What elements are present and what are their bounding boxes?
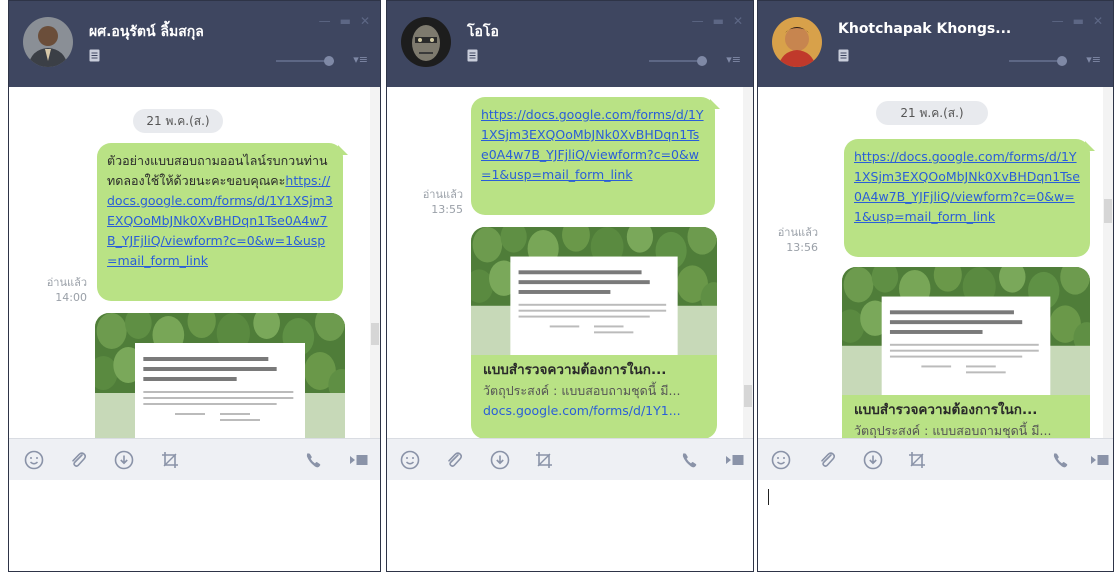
- chat-header: ผศ.อนุรัตน์ ลิ้มสกุล — ▬ ✕ ▾≡: [9, 1, 380, 87]
- preview-thumbnail: [471, 227, 717, 355]
- slider-knob[interactable]: [1057, 56, 1067, 66]
- message-bubble[interactable]: https://docs.google.com/forms/d/1Y1XSjm3…: [844, 139, 1095, 257]
- paperclip-icon[interactable]: [67, 449, 89, 471]
- note-icon[interactable]: [89, 49, 100, 62]
- contact-name: ผศ.อนุรัตน์ ลิ้มสกุล: [89, 24, 204, 40]
- preview-title: แบบสำรวจความต้องการในก...: [854, 402, 1038, 418]
- maximize-icon[interactable]: ▬: [713, 15, 724, 27]
- preview-description: วัตถุประสงค์ : แบบสอบถามชุดนี้ มี...: [854, 423, 1052, 438]
- video-icon[interactable]: [1088, 449, 1110, 471]
- read-time: 14:00: [55, 291, 87, 304]
- close-icon[interactable]: ✕: [360, 15, 370, 27]
- note-icon[interactable]: [467, 49, 478, 62]
- close-icon[interactable]: ✕: [1093, 15, 1103, 27]
- preview-thumbnail: [842, 267, 1090, 395]
- preview-description: วัตถุประสงค์ : แบบสอบถามชุดนี้ มี...: [483, 383, 681, 398]
- chat-area[interactable]: อ่านแล้ว 13:55 https://docs.google.com/f…: [387, 87, 753, 438]
- chat-header: Khotchapak Khongs... — ▬ ✕ ▾≡: [758, 1, 1113, 87]
- read-receipt: อ่านแล้ว 13:55: [403, 187, 463, 217]
- minimize-icon[interactable]: —: [692, 15, 704, 27]
- read-label: อ่านแล้ว: [422, 188, 463, 201]
- link-preview-card[interactable]: แบบสำรวจความต้องการในก... วัตถุประสงค์ :…: [471, 227, 717, 438]
- message-input[interactable]: [387, 480, 753, 571]
- slider-knob[interactable]: [324, 56, 334, 66]
- maximize-icon[interactable]: ▬: [340, 15, 351, 27]
- crop-icon[interactable]: [906, 449, 928, 471]
- message-link[interactable]: https://docs.google.com/forms/d/1Y1XSjm3…: [481, 107, 704, 182]
- read-label: อ่านแล้ว: [46, 276, 87, 289]
- minimize-icon[interactable]: —: [319, 15, 331, 27]
- message-input[interactable]: [758, 480, 1113, 571]
- crop-icon[interactable]: [533, 449, 555, 471]
- paperclip-icon[interactable]: [443, 449, 465, 471]
- chat-toolbar: [9, 438, 380, 480]
- phone-icon[interactable]: [679, 449, 701, 471]
- scrollbar[interactable]: [743, 87, 753, 438]
- emoji-icon[interactable]: [770, 449, 792, 471]
- read-receipt: อ่านแล้ว 14:00: [27, 275, 87, 305]
- avatar[interactable]: [401, 17, 451, 67]
- chat-window-2[interactable]: โอโอ — ▬ ✕ ▾≡ อ่านแล้ว 13:55 https://doc…: [386, 0, 754, 572]
- maximize-icon[interactable]: ▬: [1073, 15, 1084, 27]
- slider-knob[interactable]: [697, 56, 707, 66]
- phone-icon[interactable]: [1050, 449, 1072, 471]
- video-icon[interactable]: [347, 449, 369, 471]
- message-bubble[interactable]: ตัวอย่างแบบสอบถามออนไลน์รบกวนท่านทดลองใช…: [97, 143, 348, 301]
- emoji-icon[interactable]: [399, 449, 421, 471]
- chat-toolbar: [758, 438, 1113, 480]
- contact-name: โอโอ: [467, 24, 499, 40]
- chat-toolbar: [387, 438, 753, 480]
- paperclip-icon[interactable]: [816, 449, 838, 471]
- read-time: 13:56: [786, 241, 818, 254]
- link-preview-card[interactable]: แบบสำรวจความต้องการในก... วัตถุประสงค์ :…: [842, 267, 1090, 438]
- read-label: อ่านแล้ว: [777, 226, 818, 239]
- menu-icon[interactable]: ▾≡: [726, 53, 741, 66]
- date-separator: 21 พ.ค.(ส.): [133, 109, 223, 133]
- window-controls: — ▬ ✕: [319, 15, 370, 27]
- chat-header: โอโอ — ▬ ✕ ▾≡: [387, 1, 753, 87]
- menu-icon[interactable]: ▾≡: [1086, 53, 1101, 66]
- window-controls: — ▬ ✕: [692, 15, 743, 27]
- menu-icon[interactable]: ▾≡: [353, 53, 368, 66]
- window-controls: — ▬ ✕: [1052, 15, 1103, 27]
- download-icon[interactable]: [862, 449, 884, 471]
- read-receipt: อ่านแล้ว 13:56: [758, 225, 818, 255]
- chat-window-1[interactable]: ผศ.อนุรัตน์ ลิ้มสกุล — ▬ ✕ ▾≡ 21 พ.ค.(ส.…: [8, 0, 381, 572]
- crop-icon[interactable]: [159, 449, 181, 471]
- read-time: 13:55: [431, 203, 463, 216]
- chat-area[interactable]: 21 พ.ค.(ส.) อ่านแล้ว 13:56 https://docs.…: [758, 87, 1113, 438]
- avatar[interactable]: [23, 17, 73, 67]
- message-link[interactable]: https://docs.google.com/forms/d/1Y1XSjm3…: [854, 149, 1080, 224]
- preview-title: แบบสำรวจความต้องการในก...: [483, 362, 667, 378]
- volume-slider[interactable]: [649, 56, 707, 66]
- message-input[interactable]: [9, 480, 380, 571]
- chat-area[interactable]: 21 พ.ค.(ส.) อ่านแล้ว 14:00 ตัวอย่างแบบสอ…: [9, 87, 380, 438]
- scrollbar[interactable]: [1103, 87, 1113, 438]
- avatar[interactable]: [772, 17, 822, 67]
- volume-slider[interactable]: [1009, 56, 1067, 66]
- scrollbar[interactable]: [370, 87, 380, 438]
- preview-url[interactable]: docs.google.com/forms/d/1Y1...: [483, 401, 705, 421]
- date-separator: 21 พ.ค.(ส.): [876, 101, 988, 125]
- chat-window-3[interactable]: Khotchapak Khongs... — ▬ ✕ ▾≡ 21 พ.ค.(ส.…: [757, 0, 1114, 572]
- contact-name: Khotchapak Khongs...: [838, 21, 1012, 37]
- preview-thumbnail: [95, 313, 345, 438]
- note-icon[interactable]: [838, 49, 849, 62]
- text-caret: [768, 489, 769, 505]
- minimize-icon[interactable]: —: [1052, 15, 1064, 27]
- volume-slider[interactable]: [276, 56, 334, 66]
- link-preview-card[interactable]: [95, 313, 345, 438]
- video-icon[interactable]: [723, 449, 745, 471]
- message-bubble[interactable]: https://docs.google.com/forms/d/1Y1XSjm3…: [471, 97, 720, 215]
- close-icon[interactable]: ✕: [733, 15, 743, 27]
- download-icon[interactable]: [489, 449, 511, 471]
- emoji-icon[interactable]: [23, 449, 45, 471]
- phone-icon[interactable]: [303, 449, 325, 471]
- download-icon[interactable]: [113, 449, 135, 471]
